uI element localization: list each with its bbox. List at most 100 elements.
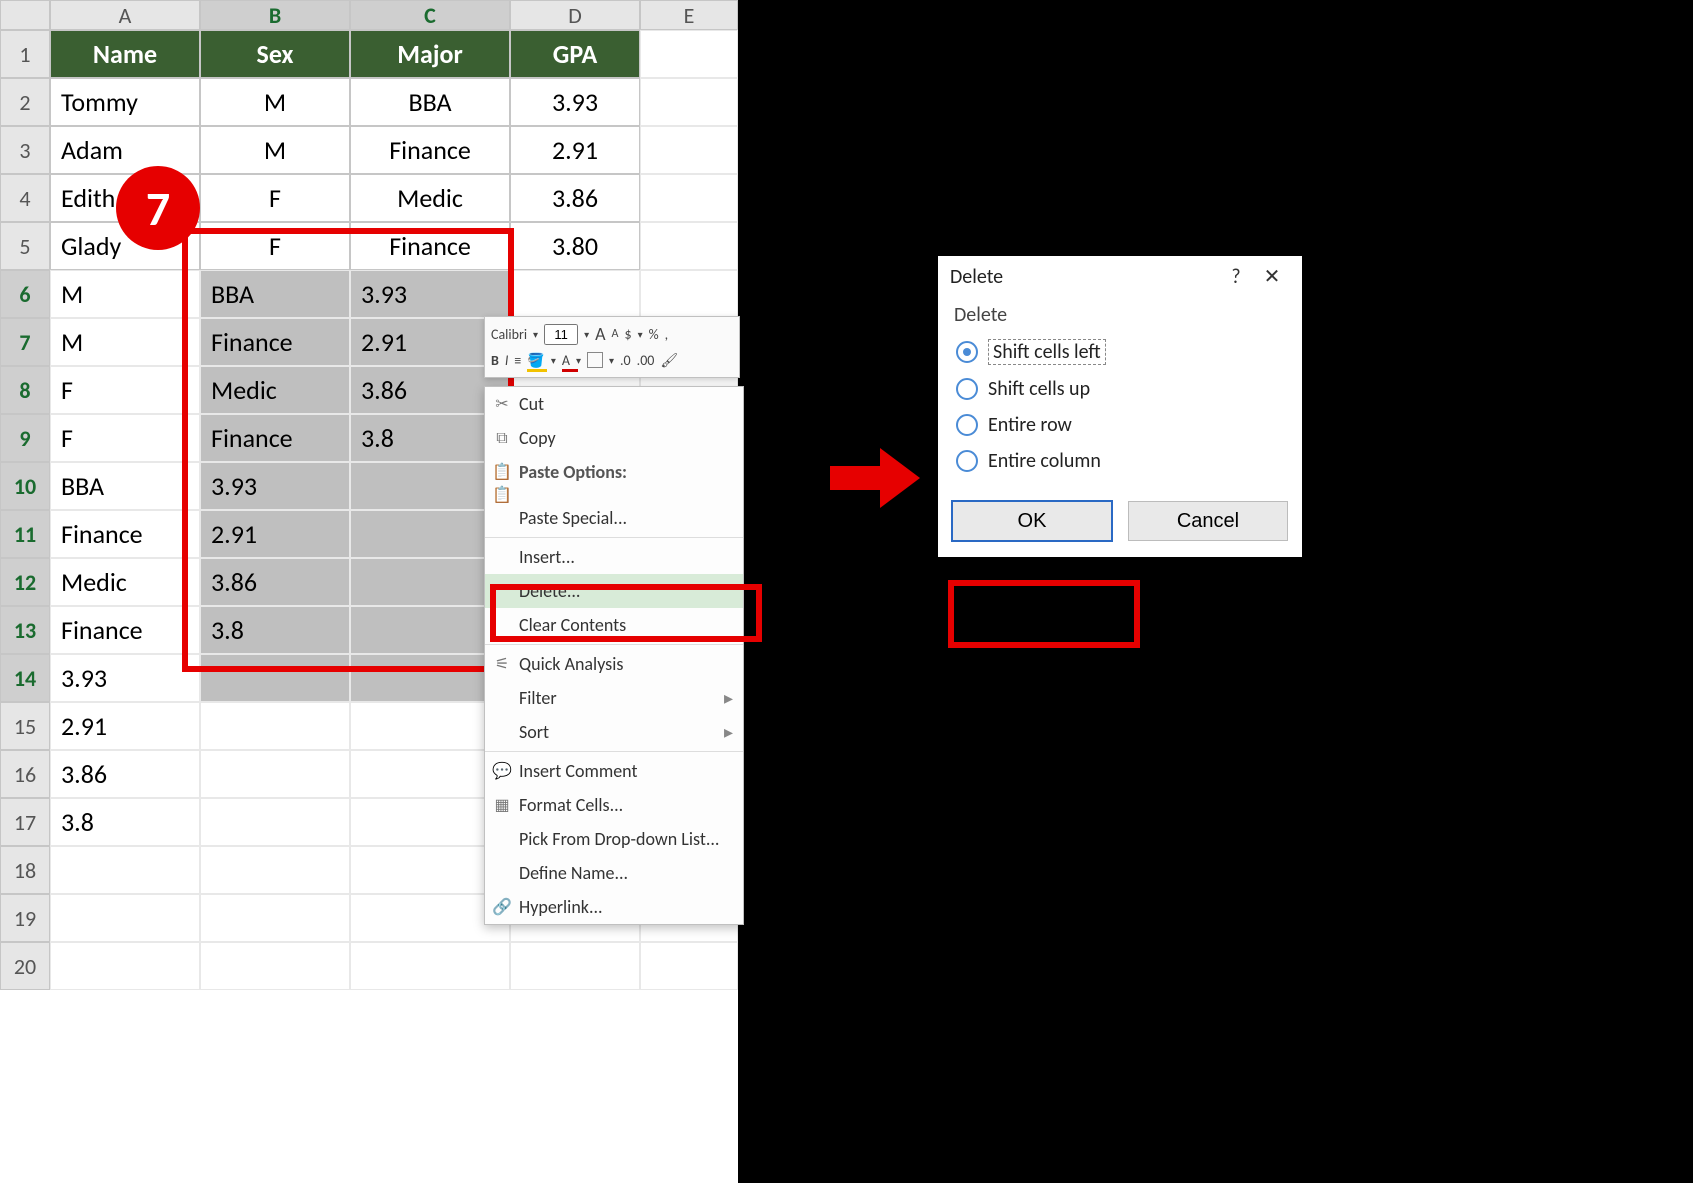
- row-header[interactable]: 19: [0, 894, 50, 942]
- row-header[interactable]: 15: [0, 702, 50, 750]
- cell[interactable]: [510, 942, 640, 990]
- row-header[interactable]: 6: [0, 270, 50, 318]
- cell[interactable]: Finance: [50, 606, 200, 654]
- row-header[interactable]: 16: [0, 750, 50, 798]
- cell[interactable]: Medic: [350, 174, 510, 222]
- cell[interactable]: Finance: [50, 510, 200, 558]
- ctx-delete[interactable]: Delete...: [485, 574, 743, 608]
- col-header-E[interactable]: E: [640, 0, 738, 30]
- row-header[interactable]: 5: [0, 222, 50, 270]
- percent-icon[interactable]: %: [649, 326, 659, 343]
- ctx-pick[interactable]: Pick From Drop-down List...: [485, 822, 743, 856]
- cell[interactable]: 3.93: [510, 78, 640, 126]
- cell[interactable]: [200, 942, 350, 990]
- align-icon[interactable]: ≡: [514, 352, 521, 369]
- row-header[interactable]: 18: [0, 846, 50, 894]
- ctx-paste-default[interactable]: 📋: [485, 489, 743, 501]
- opt-shift-up[interactable]: Shift cells up: [954, 371, 1286, 407]
- cell[interactable]: 3.8: [200, 606, 350, 654]
- row-header[interactable]: 10: [0, 462, 50, 510]
- cell[interactable]: 3.86: [50, 750, 200, 798]
- cell[interactable]: Tommy: [50, 78, 200, 126]
- ctx-insert[interactable]: Insert...: [485, 540, 743, 574]
- decrease-decimal-icon[interactable]: .00: [637, 352, 655, 369]
- cell-blank[interactable]: [640, 30, 738, 78]
- cell[interactable]: M: [50, 318, 200, 366]
- help-button[interactable]: ?: [1218, 265, 1254, 289]
- row-header[interactable]: 13: [0, 606, 50, 654]
- table-header-gpa[interactable]: GPA: [510, 30, 640, 78]
- fill-color-icon[interactable]: 🪣: [527, 352, 544, 369]
- cell[interactable]: 3.93: [350, 270, 510, 318]
- cell[interactable]: [200, 894, 350, 942]
- row-header[interactable]: 8: [0, 366, 50, 414]
- col-header-B[interactable]: B: [200, 0, 350, 30]
- cell[interactable]: BBA: [50, 462, 200, 510]
- col-header-A[interactable]: A: [50, 0, 200, 30]
- row-header[interactable]: 1: [0, 30, 50, 78]
- cell[interactable]: BBA: [350, 78, 510, 126]
- opt-shift-left[interactable]: Shift cells left: [954, 333, 1286, 371]
- cell[interactable]: [50, 846, 200, 894]
- cell[interactable]: [640, 270, 738, 318]
- opt-entire-col[interactable]: Entire column: [954, 443, 1286, 479]
- ctx-copy[interactable]: ⧉Copy: [485, 421, 743, 455]
- cell[interactable]: [640, 126, 738, 174]
- cell[interactable]: [50, 942, 200, 990]
- ctx-define[interactable]: Define Name...: [485, 856, 743, 890]
- cell[interactable]: Finance: [350, 126, 510, 174]
- cell[interactable]: [640, 942, 738, 990]
- cell[interactable]: M: [50, 270, 200, 318]
- comma-icon[interactable]: ,: [665, 326, 669, 343]
- cancel-button[interactable]: Cancel: [1128, 501, 1288, 541]
- select-all-corner[interactable]: [0, 0, 50, 30]
- cell[interactable]: 2.91: [50, 702, 200, 750]
- ctx-sort[interactable]: Sort▸: [485, 715, 743, 749]
- close-button[interactable]: ✕: [1254, 264, 1290, 289]
- cell[interactable]: Finance: [200, 318, 350, 366]
- cell[interactable]: 3.86: [510, 174, 640, 222]
- cell[interactable]: 2.91: [200, 510, 350, 558]
- cell[interactable]: Medic: [50, 558, 200, 606]
- cell[interactable]: Finance: [350, 222, 510, 270]
- cell[interactable]: 3.86: [200, 558, 350, 606]
- cell[interactable]: BBA: [200, 270, 350, 318]
- row-header[interactable]: 7: [0, 318, 50, 366]
- cell[interactable]: [50, 894, 200, 942]
- cell[interactable]: Finance: [200, 414, 350, 462]
- cell[interactable]: F: [200, 222, 350, 270]
- cell[interactable]: [510, 270, 640, 318]
- cell[interactable]: [200, 750, 350, 798]
- cell[interactable]: 3.8: [50, 798, 200, 846]
- cell[interactable]: F: [50, 366, 200, 414]
- cell[interactable]: 3.93: [50, 654, 200, 702]
- cell[interactable]: [640, 78, 738, 126]
- row-header[interactable]: 20: [0, 942, 50, 990]
- row-header[interactable]: 12: [0, 558, 50, 606]
- font-color-icon[interactable]: A: [562, 352, 570, 369]
- borders-icon[interactable]: [587, 352, 603, 368]
- cell[interactable]: F: [50, 414, 200, 462]
- ctx-cut[interactable]: ✂Cut: [485, 387, 743, 421]
- row-header[interactable]: 9: [0, 414, 50, 462]
- cell[interactable]: [200, 654, 350, 702]
- cell[interactable]: [200, 702, 350, 750]
- ctx-hyperlink[interactable]: 🔗Hyperlink...: [485, 890, 743, 924]
- cell[interactable]: Medic: [200, 366, 350, 414]
- table-header-major[interactable]: Major: [350, 30, 510, 78]
- cell[interactable]: 3.80: [510, 222, 640, 270]
- col-header-C[interactable]: C: [350, 0, 510, 30]
- bold-icon[interactable]: B: [491, 352, 499, 369]
- row-header[interactable]: 14: [0, 654, 50, 702]
- font-name[interactable]: Calibri: [491, 326, 527, 343]
- ok-button[interactable]: OK: [952, 501, 1112, 541]
- cell[interactable]: [350, 942, 510, 990]
- row-header[interactable]: 3: [0, 126, 50, 174]
- opt-entire-row[interactable]: Entire row: [954, 407, 1286, 443]
- row-header[interactable]: 17: [0, 798, 50, 846]
- cell[interactable]: [200, 846, 350, 894]
- col-header-D[interactable]: D: [510, 0, 640, 30]
- ctx-format-cells[interactable]: ▦Format Cells...: [485, 788, 743, 822]
- row-header[interactable]: 4: [0, 174, 50, 222]
- cell[interactable]: [200, 798, 350, 846]
